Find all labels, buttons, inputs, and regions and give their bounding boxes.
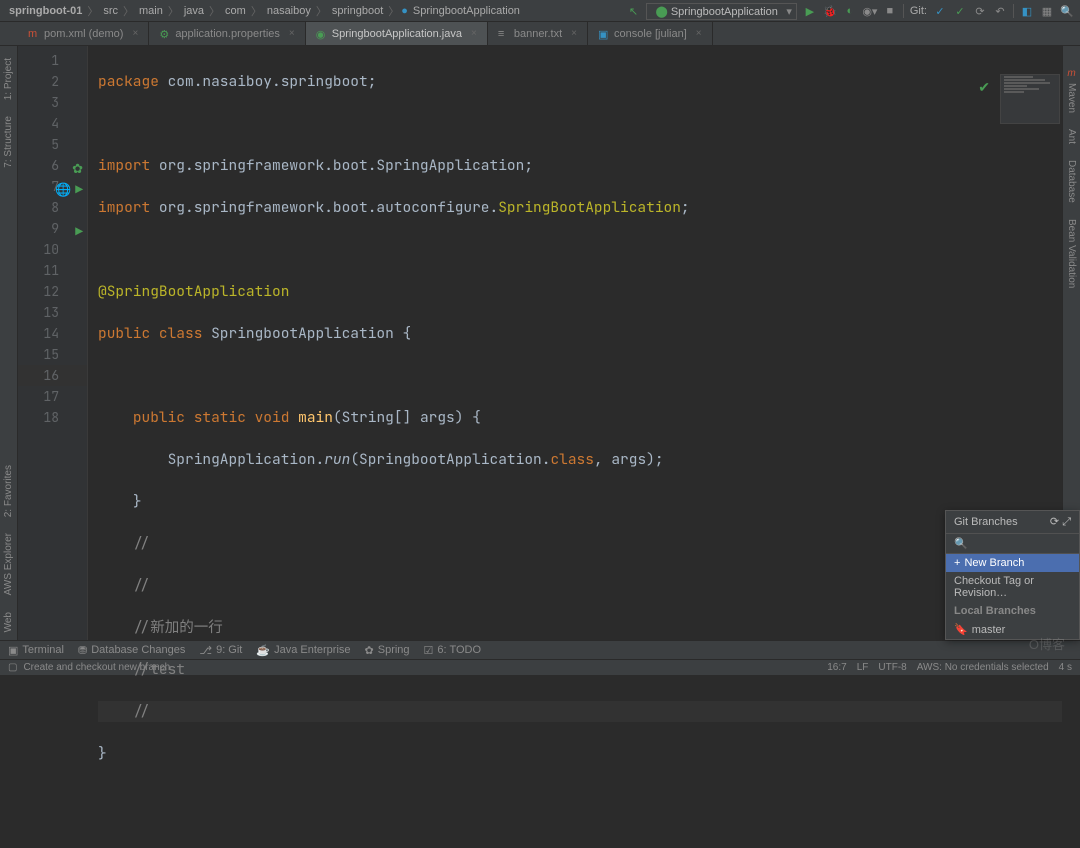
breadcrumb-item[interactable]: SpringbootApplication — [410, 5, 523, 17]
git-label: Git: — [910, 5, 927, 17]
breadcrumb-item[interactable]: nasaiboy — [264, 5, 314, 17]
gutter: 1 2 3 4 5 6✿ 7▶🌐 8 9▶ 10 11 12 13 14 15 … — [18, 46, 88, 640]
tag-icon: 🔖 — [954, 623, 968, 636]
tab-txt[interactable]: ≡banner.txt× — [488, 22, 588, 45]
close-icon[interactable]: × — [571, 28, 577, 39]
tool-terminal[interactable]: ▣ Terminal — [8, 644, 64, 657]
git-revert-icon[interactable]: ↶ — [993, 4, 1007, 18]
tab-console[interactable]: ▣console [julian]× — [588, 22, 713, 45]
toolbar-right: ↖ ⬤ SpringbootApplication▾ ▶ 🐞 ◐ ◉▾ ■ Gi… — [626, 0, 1074, 22]
plus-icon: + — [954, 557, 960, 569]
side-structure[interactable]: 7: Structure — [3, 108, 14, 176]
tab-pom[interactable]: mpom.xml (demo)× — [18, 22, 149, 45]
inspection-ok-icon[interactable]: ✔ — [978, 78, 990, 99]
breadcrumb-bar: springboot-01 〉 src 〉 main 〉 java 〉 com … — [0, 0, 1080, 22]
tab-java-active[interactable]: ◉SpringbootApplication.java× — [306, 22, 488, 45]
editor-tabs: mpom.xml (demo)× ⚙application.properties… — [0, 22, 1080, 46]
run-config-dropdown[interactable]: ⬤ SpringbootApplication▾ — [646, 3, 796, 20]
side-favorites[interactable]: 2: Favorites — [3, 457, 14, 525]
debug-icon[interactable]: 🐞 — [823, 4, 837, 18]
globe-icon[interactable]: 🌐 — [55, 179, 69, 193]
status-icon[interactable]: ▢ — [8, 662, 17, 673]
class-icon: ● — [401, 5, 408, 17]
code-content[interactable]: package com.nasaiboy.springboot; import … — [88, 46, 1062, 640]
tab-properties[interactable]: ⚙application.properties× — [149, 22, 305, 45]
git-search[interactable]: 🔍 — [946, 534, 1079, 554]
side-aws[interactable]: AWS Explorer — [3, 525, 14, 603]
expand-icon[interactable]: ⤢ — [1062, 516, 1071, 528]
breadcrumb-item[interactable]: springboot — [329, 5, 386, 17]
ide-icon[interactable]: ▦ — [1040, 4, 1054, 18]
close-icon[interactable]: × — [289, 28, 295, 39]
run-gutter-icon[interactable]: ▶ — [69, 221, 83, 235]
spring-icon[interactable]: ✿ — [69, 158, 83, 172]
search-icon[interactable]: 🔍 — [1060, 4, 1074, 18]
close-icon[interactable]: × — [696, 28, 702, 39]
profile-icon[interactable]: ◉▾ — [863, 4, 877, 18]
git-local-section: Local Branches — [946, 602, 1079, 620]
git-branches-popup: Git Branches ⟳ ⤢ 🔍 +New Branch Checkout … — [945, 510, 1080, 640]
side-database[interactable]: Database — [1066, 152, 1077, 211]
git-branch-master[interactable]: 🔖master — [946, 620, 1079, 639]
coverage-icon[interactable]: ◐ — [843, 4, 857, 18]
aws-icon[interactable]: ◧ — [1020, 4, 1034, 18]
run-icon[interactable]: ▶ — [803, 4, 817, 18]
breadcrumb-item[interactable]: main — [136, 5, 166, 17]
git-new-branch[interactable]: +New Branch — [946, 554, 1079, 572]
minimap[interactable] — [1000, 74, 1060, 124]
side-web[interactable]: Web — [3, 604, 14, 640]
code-editor[interactable]: 1 2 3 4 5 6✿ 7▶🌐 8 9▶ 10 11 12 13 14 15 … — [18, 46, 1062, 640]
git-history-icon[interactable]: ⟳ — [973, 4, 987, 18]
run-gutter-icon[interactable]: ▶ — [69, 179, 83, 193]
close-icon[interactable]: × — [132, 28, 138, 39]
breadcrumb-item[interactable]: com — [222, 5, 249, 17]
hammer-icon[interactable]: ↖ — [626, 4, 640, 18]
git-popup-header: Git Branches ⟳ ⤢ — [946, 511, 1079, 534]
left-sidebar: 1: Project 7: Structure 2: Favorites AWS… — [0, 46, 18, 640]
stop-icon[interactable]: ■ — [883, 4, 897, 18]
refresh-icon[interactable]: ⟳ — [1050, 516, 1059, 528]
side-bean[interactable]: Bean Validation — [1066, 211, 1077, 296]
side-project[interactable]: 1: Project — [3, 50, 14, 108]
close-icon[interactable]: × — [471, 28, 477, 39]
git-commit-icon[interactable]: ✓ — [953, 4, 967, 18]
breadcrumb-root[interactable]: springboot-01 — [6, 5, 85, 17]
side-maven[interactable]: mMaven — [1066, 60, 1077, 121]
git-update-icon[interactable]: ✓ — [933, 4, 947, 18]
breadcrumb-item[interactable]: src — [100, 5, 121, 17]
breadcrumb-item[interactable]: java — [181, 5, 207, 17]
git-checkout-tag[interactable]: Checkout Tag or Revision… — [946, 572, 1079, 602]
side-ant[interactable]: Ant — [1066, 121, 1077, 152]
